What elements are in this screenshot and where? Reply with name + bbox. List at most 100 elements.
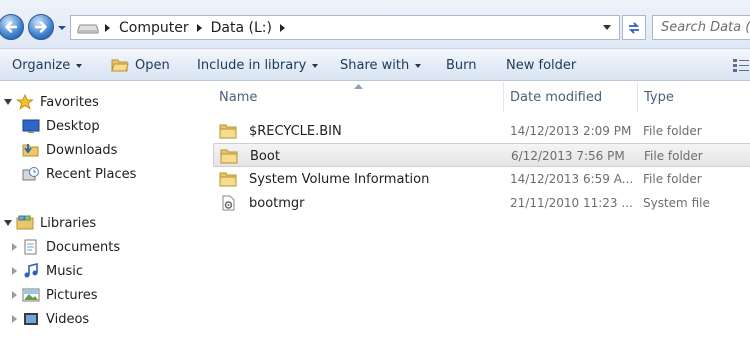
file-type: System file — [643, 196, 710, 210]
collapse-arrow-icon[interactable] — [12, 267, 17, 275]
column-header-name[interactable]: Name — [219, 82, 503, 112]
back-button[interactable] — [0, 14, 24, 40]
organize-label: Organize — [12, 58, 71, 73]
nav-music-label: Music — [46, 263, 83, 279]
column-name-label: Name — [219, 89, 258, 105]
file-date: 14/12/2013 6:59 A... — [510, 172, 634, 186]
file-name-cell: bootmgr — [219, 191, 499, 215]
address-bar[interactable]: Computer Data (L:) — [70, 15, 620, 40]
file-date: 21/11/2010 11:23 ... — [510, 196, 633, 210]
nav-videos[interactable]: Videos — [12, 308, 89, 330]
column-type-label: Type — [644, 89, 674, 105]
nav-desktop-label: Desktop — [46, 118, 100, 134]
file-row-bootmgr[interactable]: bootmgr 21/11/2010 11:23 ... System file — [213, 191, 750, 215]
change-view-icon[interactable] — [732, 57, 750, 73]
documents-icon — [24, 239, 37, 255]
refresh-button[interactable] — [622, 15, 646, 40]
nav-favorites[interactable]: Favorites — [4, 91, 99, 113]
system-file-icon — [222, 195, 235, 211]
search-input[interactable] — [661, 20, 750, 35]
include-in-library-button[interactable]: Include in library — [197, 49, 319, 82]
nav-downloads-label: Downloads — [46, 142, 118, 158]
refresh-icon — [628, 21, 640, 34]
column-header-type[interactable]: Type — [644, 82, 744, 112]
music-icon — [24, 263, 38, 278]
search-box[interactable] — [652, 15, 750, 40]
share-with-label: Share with — [340, 58, 410, 73]
nav-favorites-label: Favorites — [40, 94, 99, 110]
share-with-button[interactable]: Share with — [340, 49, 422, 82]
collapse-arrow-icon[interactable] — [12, 315, 17, 323]
column-header-date-modified[interactable]: Date modified — [510, 82, 637, 112]
desktop-icon — [22, 119, 40, 133]
file-date: 6/12/2013 7:56 PM — [511, 149, 625, 163]
file-row-recycle-bin[interactable]: $RECYCLE.BIN 14/12/2013 2:09 PM File fol… — [213, 119, 750, 143]
nav-downloads[interactable]: Downloads — [22, 139, 117, 161]
file-type: File folder — [643, 172, 702, 186]
burn-button[interactable]: Burn — [446, 49, 477, 82]
breadcrumb-computer[interactable]: Computer — [119, 20, 189, 36]
favorites-star-icon — [16, 94, 34, 110]
organize-button[interactable]: Organize — [12, 49, 83, 82]
back-arrow-icon — [5, 21, 18, 33]
nav-desktop[interactable]: Desktop — [22, 115, 100, 137]
burn-label: Burn — [446, 58, 477, 73]
nav-music[interactable]: Music — [12, 260, 83, 282]
file-type: File folder — [644, 149, 703, 163]
column-divider[interactable] — [637, 82, 638, 112]
nav-documents[interactable]: Documents — [12, 236, 120, 258]
nav-videos-label: Videos — [46, 311, 90, 327]
file-row-system-volume-information[interactable]: System Volume Information 14/12/2013 6:5… — [213, 167, 750, 191]
nav-recent-places-label: Recent Places — [46, 166, 137, 182]
organize-dropdown-icon — [76, 63, 83, 68]
libraries-icon — [16, 215, 34, 230]
new-folder-label: New folder — [506, 58, 577, 73]
file-name-cell: Boot — [220, 144, 500, 168]
nav-pictures-label: Pictures — [46, 287, 98, 303]
pictures-icon — [22, 288, 40, 302]
collapse-arrow-icon[interactable] — [12, 243, 17, 251]
file-list: Name Date modified Type $RECYCLE.BIN 14/… — [208, 82, 750, 340]
nav-documents-label: Documents — [46, 239, 121, 255]
command-bar: Organize Open Include in library Share w… — [0, 48, 750, 81]
nav-recent-places[interactable]: Recent Places — [22, 163, 136, 185]
column-date-label: Date modified — [510, 89, 603, 105]
nav-libraries-label: Libraries — [40, 215, 97, 231]
folder-icon — [220, 149, 238, 164]
address-dropdown-icon[interactable] — [603, 25, 611, 30]
file-row-boot[interactable]: Boot 6/12/2013 7:56 PM File folder — [213, 143, 750, 167]
file-type: File folder — [643, 124, 702, 138]
recent-places-icon — [22, 167, 39, 181]
open-folder-icon — [111, 59, 129, 72]
nav-libraries[interactable]: Libraries — [4, 212, 96, 234]
open-label: Open — [135, 58, 170, 73]
breadcrumb-separator[interactable] — [196, 23, 202, 32]
drive-icon — [77, 24, 99, 33]
address-row: Computer Data (L:) — [0, 0, 750, 48]
file-name-cell: System Volume Information — [219, 167, 499, 191]
navigation-pane: Favorites Desktop Downloads Recent Place… — [0, 82, 208, 340]
file-name: bootmgr — [249, 195, 305, 211]
downloads-folder-icon — [22, 144, 39, 157]
expand-arrow-icon[interactable] — [4, 99, 12, 105]
include-in-library-label: Include in library — [197, 58, 307, 73]
include-in-library-dropdown-icon — [312, 63, 319, 68]
collapse-arrow-icon[interactable] — [12, 291, 17, 299]
file-name-cell: $RECYCLE.BIN — [219, 119, 499, 143]
file-date: 14/12/2013 2:09 PM — [510, 124, 632, 138]
expand-arrow-icon[interactable] — [4, 220, 12, 226]
column-divider[interactable] — [503, 82, 504, 112]
breadcrumb-data-drive[interactable]: Data (L:) — [211, 20, 272, 36]
forward-arrow-icon — [34, 21, 47, 33]
breadcrumb-separator[interactable] — [279, 23, 285, 32]
forward-button[interactable] — [28, 14, 54, 40]
new-folder-button[interactable]: New folder — [506, 49, 576, 82]
open-button[interactable]: Open — [111, 49, 170, 82]
folder-icon — [219, 172, 237, 187]
recent-pages-dropdown[interactable] — [57, 24, 67, 32]
file-name: System Volume Information — [249, 171, 430, 187]
nav-pictures[interactable]: Pictures — [12, 284, 97, 306]
file-name: $RECYCLE.BIN — [249, 123, 342, 139]
folder-icon — [219, 124, 237, 139]
breadcrumb-separator[interactable] — [105, 23, 110, 32]
